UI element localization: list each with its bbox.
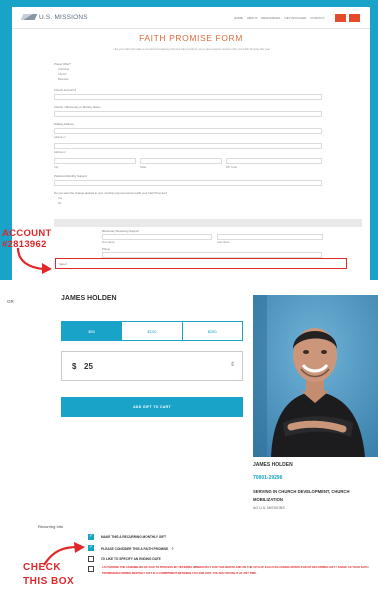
check-annotation-line1: CHECK — [23, 562, 62, 573]
prayer-offer-label: Prayer Offer? — [54, 62, 71, 66]
missionary-title: JAMES HOLDEN — [61, 295, 117, 302]
address1-sub: Address 1 — [54, 136, 66, 139]
radio-no[interactable]: No — [58, 202, 61, 205]
first-name-sub: First Name — [102, 241, 115, 244]
amount-option-100[interactable]: $100 — [122, 322, 183, 340]
stepper-icon[interactable]: ⇕ — [230, 362, 235, 368]
missionary-photo — [253, 295, 378, 457]
currency-symbol: $ — [72, 362, 77, 371]
missionary-account-select[interactable]: Select — [55, 258, 347, 269]
faith-promise-text: PLEASE CONSIDER THIS A FAITH PROMISE — [101, 546, 169, 551]
screenshot-collage: U.S. MISSIONS HOME ABOUT RESOURCES GET I… — [0, 0, 378, 606]
state-input[interactable] — [140, 158, 222, 164]
faith-promise-option[interactable]: PLEASE CONSIDER THIS A FAITH PROMISE? — [88, 544, 174, 551]
zip-input[interactable] — [226, 158, 322, 164]
faith-promise-label: PLEASE CONSIDER THIS A FAITH PROMISE? — [101, 546, 174, 551]
mailing-address-label: Mailing Address — [54, 122, 74, 126]
add-gift-button[interactable]: ADD GIFT TO CART — [61, 397, 243, 417]
logo-text: U.S. MISSIONS — [39, 14, 88, 21]
address2-sub: Address 2 — [54, 151, 66, 154]
missionary-account-label: Missionary Account # — [55, 252, 82, 256]
city-input[interactable] — [54, 158, 136, 164]
radio-church[interactable]: Church — [58, 73, 66, 76]
address1-input[interactable] — [54, 128, 322, 134]
last-name-sub: Last Name — [217, 241, 230, 244]
radio-yes[interactable]: Yes — [58, 197, 62, 200]
amount-options: $50 $100 $250 — [61, 321, 243, 341]
schedule-question: Do you want the change applied to your m… — [54, 191, 168, 195]
missionary-portrait-icon — [253, 295, 378, 457]
authorization-checkbox[interactable] — [88, 566, 94, 572]
form-page: U.S. MISSIONS HOME ABOUT RESOURCES GET I… — [12, 7, 370, 280]
nav-action-button-2[interactable] — [349, 14, 360, 22]
missionary-name: JAMES HOLDEN — [253, 462, 293, 468]
ending-date-label: I'D LIKE TO SPECIFY AN ENDING DATE — [101, 557, 161, 561]
nav-home[interactable]: HOME — [234, 16, 243, 20]
nav-contact[interactable]: CONTACT — [310, 16, 324, 20]
phone-label: Phone — [102, 247, 111, 251]
radio-business[interactable]: Business — [58, 78, 69, 81]
missionary-account-link[interactable]: 70901-29296 — [253, 475, 282, 481]
amount-input[interactable]: $ 25 ⇕ — [61, 351, 243, 381]
amount-value: 25 — [84, 362, 93, 371]
form-intro: Use your faith and make a commitment bel… — [113, 48, 271, 51]
section-divider — [54, 219, 362, 227]
gr-label: GR — [7, 299, 14, 304]
city-sub: City — [54, 166, 59, 169]
recurring-monthly-option[interactable]: MAKE THIS A RECURRING MONTHLY GIFT — [88, 533, 167, 540]
authorization-text: I AUTHORIZE THE ASSEMBLIES OF GOD TO PRO… — [102, 566, 369, 575]
recurring-monthly-label: MAKE THIS A RECURRING MONTHLY GIFT — [101, 535, 167, 539]
check-box-annotation: CHECK THIS BOX — [23, 561, 74, 589]
missionary-name-input[interactable] — [54, 111, 322, 117]
nav-get-involved[interactable]: GET INVOLVED — [284, 16, 306, 20]
last-name-input[interactable] — [217, 234, 323, 240]
ending-date-option[interactable]: I'D LIKE TO SPECIFY AN ENDING DATE — [88, 556, 161, 562]
annotation-arrow-icon — [16, 247, 52, 274]
address2-input[interactable] — [54, 143, 322, 149]
top-nav: HOME ABOUT RESOURCES GET INVOLVED CONTAC… — [234, 16, 325, 20]
ending-date-checkbox[interactable] — [88, 556, 94, 562]
first-name-input[interactable] — [102, 234, 212, 240]
support-label: Missionary Receiving Support — [102, 229, 139, 233]
faith-promise-form-panel: U.S. MISSIONS HOME ABOUT RESOURCES GET I… — [0, 0, 378, 280]
nav-action-button-1[interactable] — [335, 14, 346, 22]
recurring-info-label: Recurring Info — [38, 524, 64, 529]
giving-panel: GR JAMES HOLDEN $50 $100 $250 $ 25 ⇕ ADD… — [0, 287, 378, 517]
amount-option-250[interactable]: $250 — [182, 322, 242, 340]
state-sub: State — [140, 166, 147, 169]
recurring-info-panel: Recurring Info MAKE THIS A RECURRING MON… — [0, 521, 378, 606]
nav-resources[interactable]: RESOURCES — [261, 16, 280, 20]
nav-about[interactable]: ABOUT — [247, 16, 257, 20]
amount-option-50[interactable]: $50 — [62, 322, 123, 340]
logo-icon — [20, 14, 38, 20]
form-title: FAITH PROMISE FORM — [139, 33, 243, 43]
authorization-option[interactable] — [88, 566, 94, 572]
church-account-input[interactable] — [54, 94, 322, 100]
church-account-label: Church Account # — [54, 88, 77, 92]
radio-individual[interactable]: Individual — [58, 68, 69, 71]
site-header: U.S. MISSIONS HOME ABOUT RESOURCES GET I… — [12, 7, 370, 29]
monthly-support-label: Preferred Monthly Support — [54, 174, 87, 178]
monthly-support-input[interactable] — [54, 180, 322, 186]
zip-sub: ZIP Code — [226, 166, 237, 169]
missionary-role: SERVING IN CHURCH DEVELOPMENT, CHURCH MO… — [253, 489, 350, 502]
site-logo[interactable]: U.S. MISSIONS — [20, 14, 88, 21]
faith-promise-checkbox[interactable] — [88, 544, 94, 551]
missionary-account-value: Select — [59, 262, 67, 266]
missionary-name-label: Church / Missionary or Ministry Name — [54, 105, 101, 109]
recurring-monthly-checkbox[interactable] — [88, 533, 94, 540]
check-annotation-line2: THIS BOX — [23, 576, 75, 587]
missionary-org: AG U.S. MISSIONS — [253, 506, 285, 510]
account-annotation-line1: ACCOUNT — [2, 228, 52, 239]
help-icon[interactable]: ? — [171, 546, 173, 551]
